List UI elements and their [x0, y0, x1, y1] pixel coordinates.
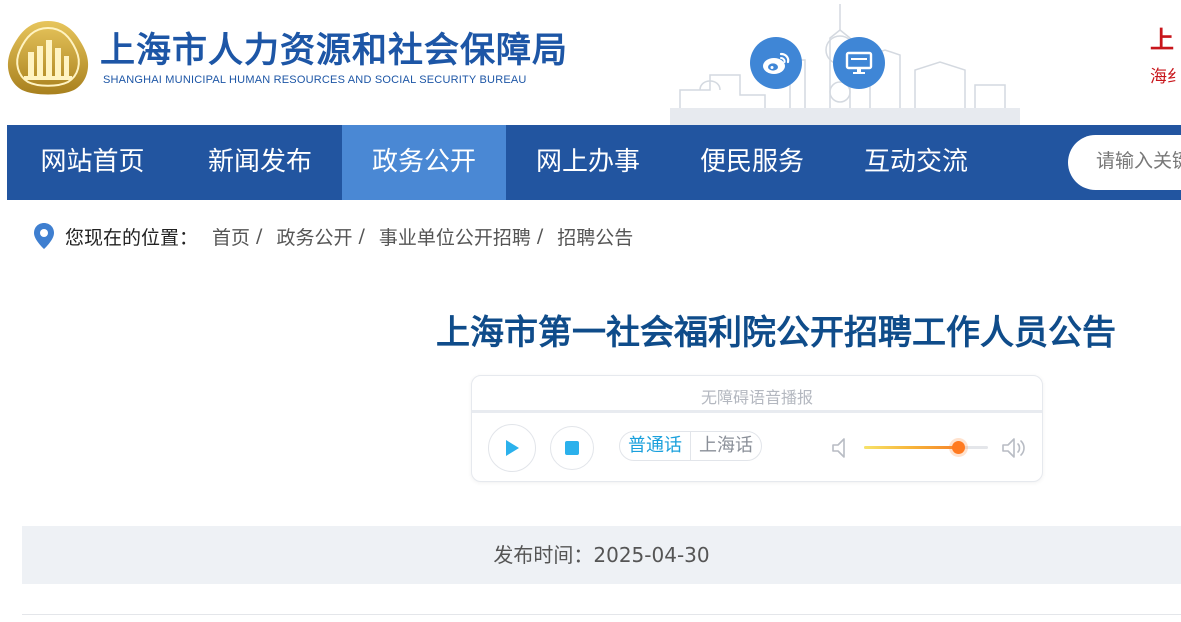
language-mandarin[interactable]: 普通话 — [620, 432, 690, 460]
player-progress-bar[interactable] — [472, 410, 1042, 413]
corner-subtitle: 海纟 — [1150, 67, 1181, 87]
breadcrumb-separator: / — [536, 225, 544, 247]
site-name-en: SHANGHAI MUNICIPAL HUMAN RESOURCES AND S… — [103, 74, 527, 86]
nav-item-interaction[interactable]: 互动交流 — [834, 125, 998, 200]
publish-date-bar: 发布时间：2025-04-30 — [22, 526, 1181, 584]
location-pin-icon — [34, 223, 54, 249]
publish-date-label: 发布时间： — [493, 543, 594, 567]
language-shanghainese[interactable]: 上海话 — [690, 432, 761, 460]
breadcrumb-item-announcements[interactable]: 招聘公告 — [557, 223, 633, 250]
stop-button[interactable] — [550, 426, 594, 470]
play-icon — [506, 440, 519, 456]
nav-item-public-services[interactable]: 便民服务 — [670, 125, 834, 200]
desktop-icon — [845, 51, 873, 74]
emblem-icon[interactable] — [6, 18, 90, 96]
search-box[interactable] — [1068, 135, 1181, 190]
weibo-icon — [763, 52, 790, 74]
accessibility-audio-player: 无障碍语音播报 普通话 上海话 — [471, 375, 1043, 482]
site-name[interactable]: 上海市人力资源和社会保障局 — [100, 22, 568, 73]
weibo-button[interactable] — [750, 37, 802, 89]
site-header: 上海市人力资源和社会保障局 SHANGHAI MUNICIPAL HUMAN R… — [0, 0, 1181, 125]
nav-item-home[interactable]: 网站首页 — [7, 125, 178, 200]
volume-slider[interactable] — [864, 441, 988, 454]
volume-knob[interactable] — [952, 441, 966, 454]
main-nav: 网站首页 新闻发布 政务公开 网上办事 便民服务 互动交流 — [7, 125, 1181, 200]
stop-icon — [565, 441, 579, 455]
corner-title[interactable]: 上 — [1150, 20, 1174, 55]
desktop-button[interactable] — [833, 37, 885, 89]
volume-high-icon[interactable] — [1000, 436, 1028, 460]
breadcrumb-separator: / — [358, 225, 365, 247]
nav-item-government-affairs[interactable]: 政务公开 — [342, 125, 506, 200]
breadcrumb-item-government-affairs[interactable]: 政务公开 — [276, 223, 352, 250]
volume-fill — [864, 446, 959, 449]
publish-date: 2025-04-30 — [593, 543, 710, 567]
nav-item-online-services[interactable]: 网上办事 — [506, 125, 670, 200]
search-input[interactable] — [1096, 150, 1181, 172]
article-title: 上海市第一社会福利院公开招聘工作人员公告 — [436, 313, 1116, 353]
play-button[interactable] — [488, 424, 536, 472]
breadcrumb-label: 您现在的位置： — [65, 226, 199, 249]
language-switch: 普通话 上海话 — [619, 431, 762, 461]
breadcrumb: 您现在的位置： 首页 / 政务公开 / 事业单位公开招聘 / 招聘公告 — [33, 220, 633, 252]
volume-low-icon[interactable] — [830, 436, 852, 460]
breadcrumb-item-recruitment[interactable]: 事业单位公开招聘 — [379, 223, 531, 250]
player-label: 无障碍语音播报 — [700, 388, 813, 407]
nav-item-news[interactable]: 新闻发布 — [178, 125, 342, 200]
breadcrumb-separator: / — [256, 225, 263, 247]
divider — [22, 614, 1181, 615]
breadcrumb-item-home[interactable]: 首页 — [212, 223, 250, 250]
